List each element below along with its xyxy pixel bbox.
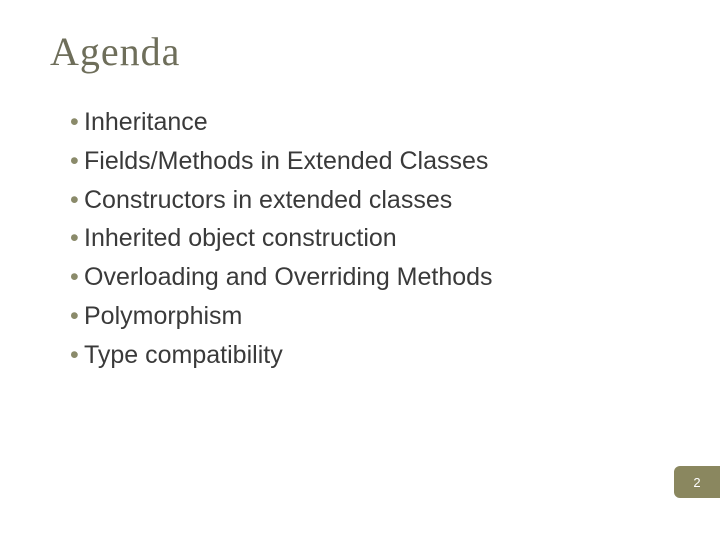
slide-container: Agenda Inheritance Fields/Methods in Ext… <box>0 0 720 540</box>
page-number: 2 <box>693 475 700 490</box>
slide-title: Agenda <box>50 28 670 75</box>
list-item: Fields/Methods in Extended Classes <box>74 142 670 181</box>
list-item: Overloading and Overriding Methods <box>74 258 670 297</box>
list-item: Inheritance <box>74 103 670 142</box>
list-item: Type compatibility <box>74 336 670 375</box>
bullet-list: Inheritance Fields/Methods in Extended C… <box>50 103 670 374</box>
list-item: Constructors in extended classes <box>74 181 670 220</box>
list-item: Inherited object construction <box>74 219 670 258</box>
page-number-badge: 2 <box>674 466 720 498</box>
list-item: Polymorphism <box>74 297 670 336</box>
